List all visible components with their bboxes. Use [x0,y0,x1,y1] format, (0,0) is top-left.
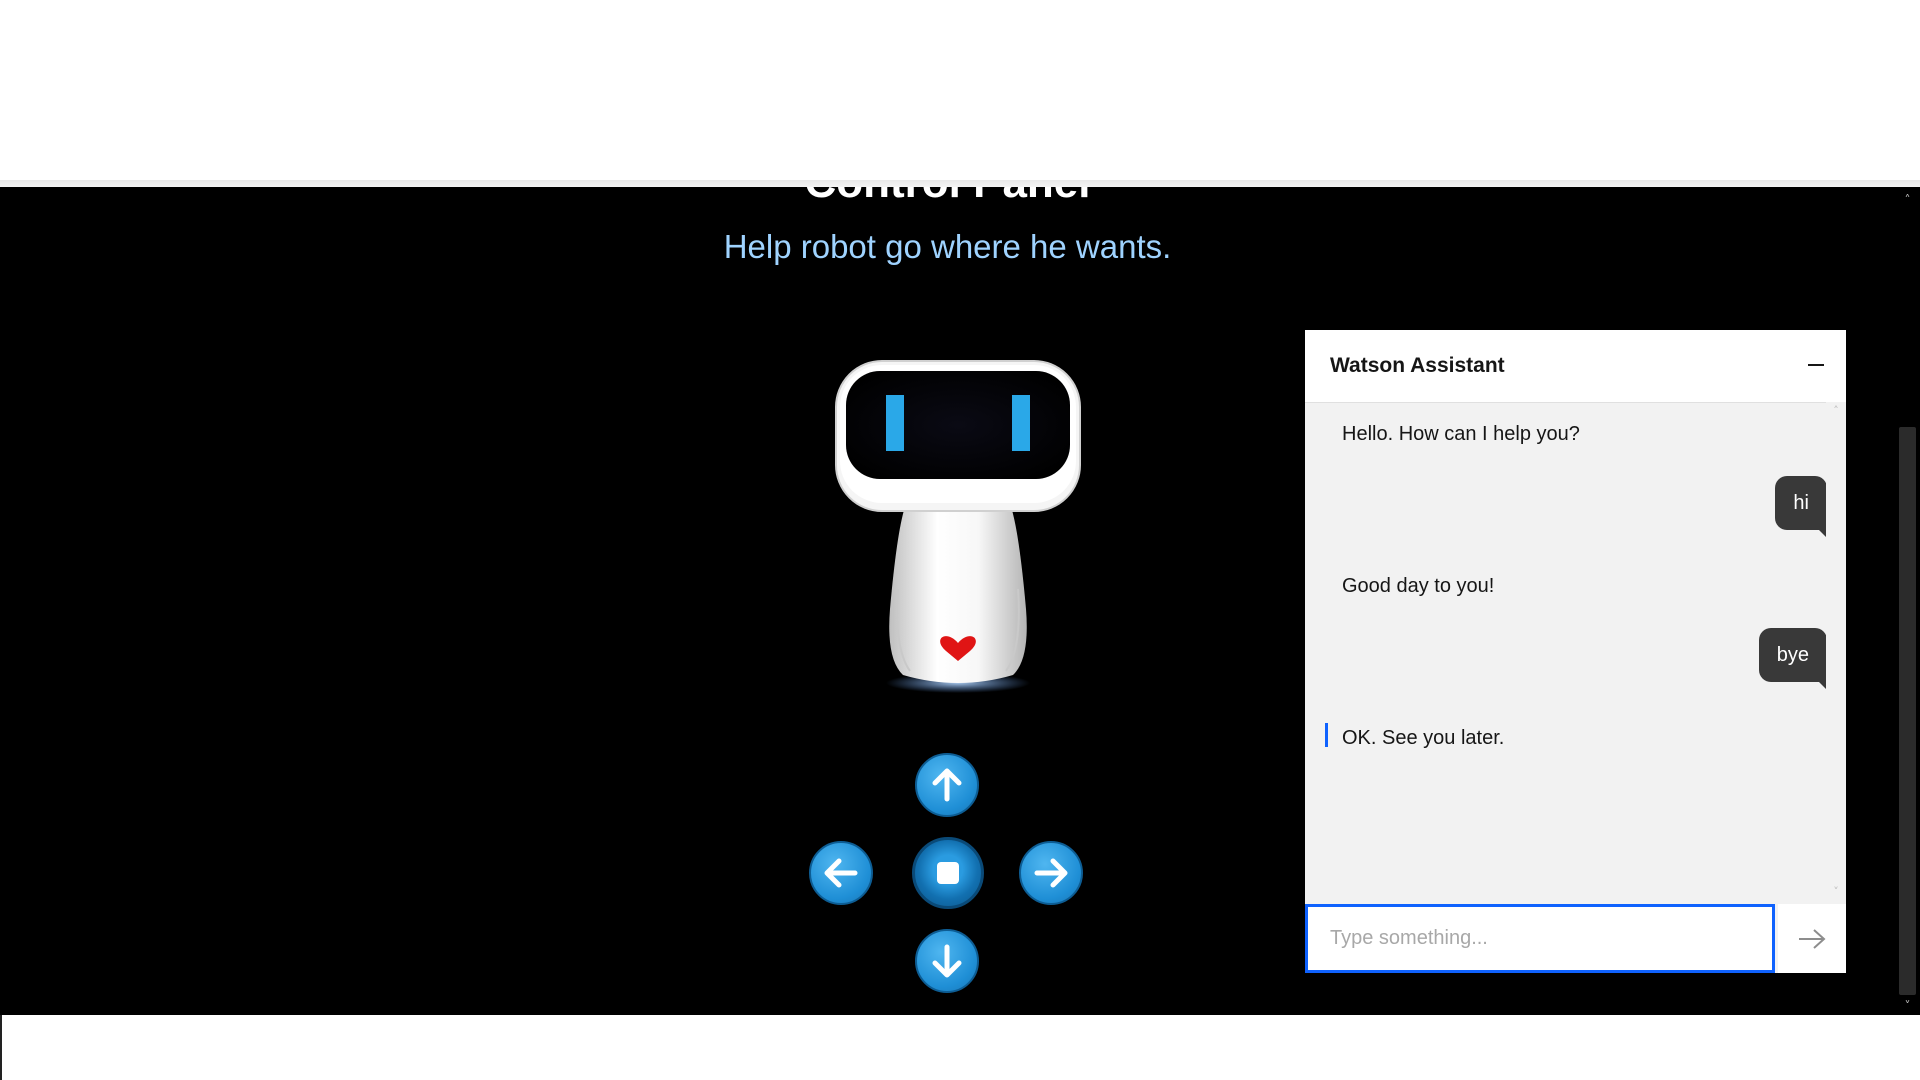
chat-header: Watson Assistant [1305,330,1846,403]
page-title: Control Panel [0,187,1895,213]
bot-message: OK. See you later. [1342,727,1505,749]
arrow-right-icon [1034,858,1068,888]
chat-input-box[interactable] [1305,904,1775,973]
user-message: bye [1758,628,1828,690]
bot-message: Hello. How can I help you? [1342,423,1580,445]
chevron-down-icon[interactable]: ˅ [1895,997,1920,1015]
move-down-button[interactable] [915,929,979,993]
latest-message-indicator [1325,723,1328,747]
user-message: hi [1775,476,1827,538]
chat-input[interactable] [1308,907,1772,970]
stop-icon [937,862,959,884]
chat-messages: Hello. How can I help you? hi Good day t… [1305,402,1828,900]
send-button[interactable] [1778,904,1846,973]
watson-chat-panel: Watson Assistant Hello. How can I help y… [1305,330,1846,973]
chevron-up-icon[interactable]: ˄ [1895,191,1920,209]
bot-message: Good day to you! [1342,575,1495,597]
chat-scrollbar[interactable]: ˄ ˅ [1826,402,1846,900]
move-up-button[interactable] [915,753,979,817]
arrow-down-icon [932,944,962,978]
arrow-up-icon [932,768,962,802]
minimize-icon[interactable] [1808,364,1824,366]
stop-button[interactable] [912,837,984,909]
bottom-white-area [0,1015,1920,1080]
arrow-left-icon [824,858,858,888]
chevron-up-icon[interactable]: ˄ [1826,404,1846,417]
page-subtitle: Help robot go where he wants. [723,228,1172,265]
scroll-thumb[interactable] [1899,427,1916,995]
send-arrow-icon [1799,928,1826,949]
chat-title: Watson Assistant [1330,354,1505,377]
robot-image [835,360,1081,693]
top-white-area [0,0,1920,180]
chevron-down-icon[interactable]: ˅ [1826,885,1846,898]
page-viewport: Control Panel Help robot go where he wan… [0,187,1895,1015]
page-scrollbar[interactable]: ˄ ˅ [1895,187,1920,1015]
move-left-button[interactable] [809,841,873,905]
move-right-button[interactable] [1019,841,1083,905]
